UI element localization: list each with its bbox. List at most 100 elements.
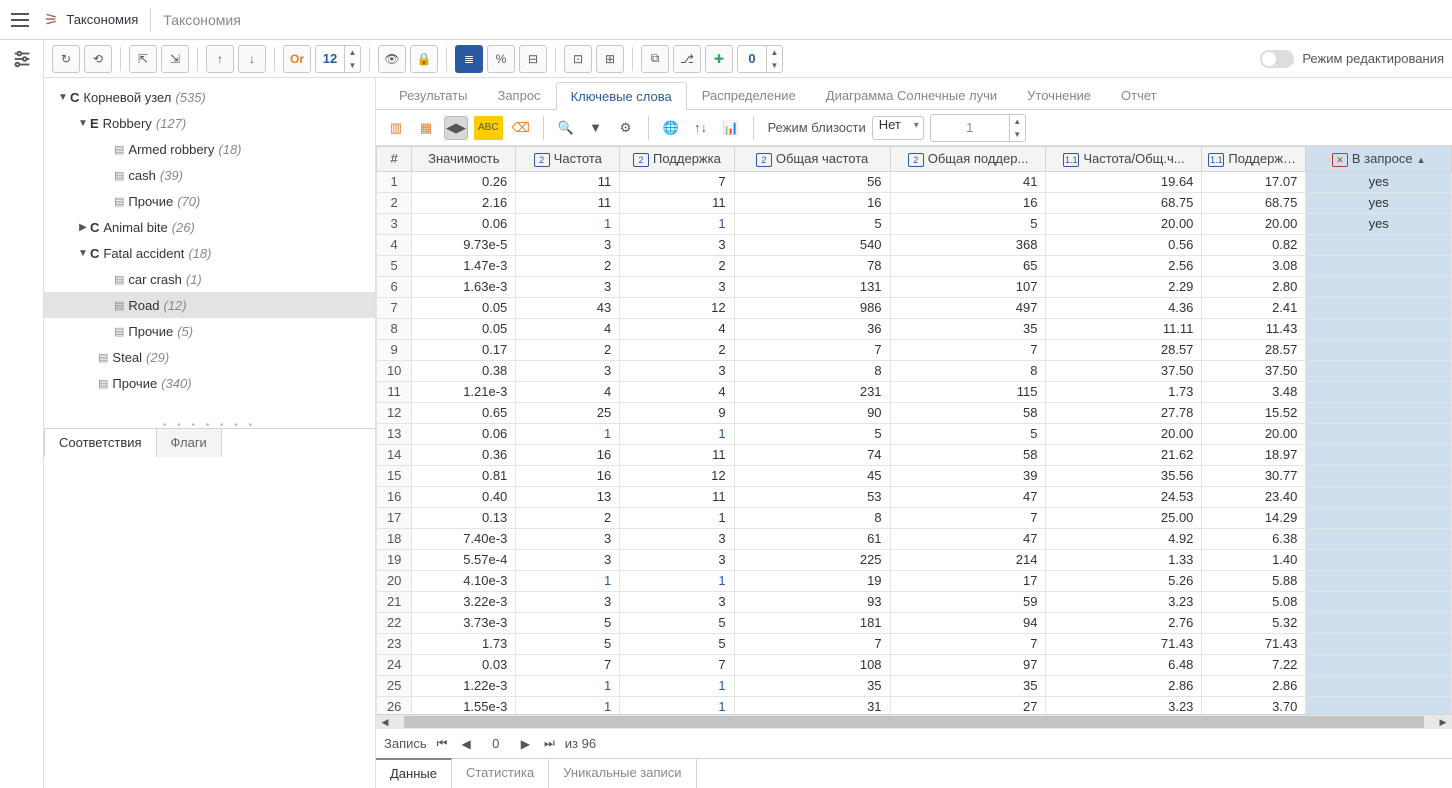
table-row[interactable]: 240.0377108976.487.22 — [377, 654, 1452, 675]
tree-item[interactable]: ▤car crash(1) — [44, 266, 375, 292]
hier-button-2[interactable]: ⊞ — [596, 45, 624, 73]
table-row[interactable]: 61.63e-3331311072.292.80 — [377, 276, 1452, 297]
table-row[interactable]: 120.65259905827.7815.52 — [377, 402, 1452, 423]
col-inquery[interactable]: ✕В запросе▲ — [1306, 147, 1452, 172]
footer-tab-data[interactable]: Данные — [376, 758, 452, 788]
tree-item[interactable]: ▤Armed robbery(18) — [44, 136, 375, 162]
tab-sunburst[interactable]: Диаграмма Солнечные лучи — [811, 81, 1012, 109]
scroll-thumb[interactable] — [404, 716, 1424, 728]
copy-button[interactable]: ⧉ — [641, 45, 669, 73]
pager-next-icon[interactable]: ▶ — [517, 737, 534, 751]
tab-matches[interactable]: Соответствия — [44, 428, 157, 457]
tree-item[interactable]: ▤Steal(29) — [44, 344, 375, 370]
col-fratio[interactable]: 1.1Частота/Общ.ч... — [1046, 147, 1202, 172]
table-row[interactable]: 130.06115520.0020.00 — [377, 423, 1452, 444]
tree-item[interactable]: ▤cash(39) — [44, 162, 375, 188]
globe-icon[interactable]: 🌐 — [659, 116, 683, 140]
edit-mode-toggle[interactable]: Режим редактирования — [1260, 50, 1444, 68]
footer-tab-stats[interactable]: Статистика — [452, 759, 549, 788]
cal-button[interactable]: ⊟ — [519, 45, 547, 73]
chart-icon[interactable]: 📊 — [719, 116, 743, 140]
proximity-select[interactable]: Нет — [872, 116, 924, 140]
or-button[interactable]: Or — [283, 45, 311, 73]
lock-button[interactable]: 🔒 — [410, 45, 438, 73]
table-row[interactable]: 223.73e-355181942.765.32 — [377, 612, 1452, 633]
hier-button-1[interactable]: ⊡ — [564, 45, 592, 73]
table-row[interactable]: 204.10e-31119175.265.88 — [377, 570, 1452, 591]
table-row[interactable]: 51.47e-32278652.563.08 — [377, 255, 1452, 276]
num-up[interactable]: ▲ — [767, 46, 782, 59]
pager-last-icon[interactable]: ⏭ — [540, 736, 559, 751]
branch-button[interactable]: ⎇ — [673, 45, 701, 73]
table-row[interactable]: 261.55e-31131273.233.70 — [377, 696, 1452, 714]
tab-refine[interactable]: Уточнение — [1012, 81, 1106, 109]
tree-item[interactable]: ▤Прочие(340) — [44, 370, 375, 396]
table-row[interactable]: 22.161111161668.7568.75yes — [377, 192, 1452, 213]
table-row[interactable]: 30.06115520.0020.00yes — [377, 213, 1452, 234]
tab-distribution[interactable]: Распределение — [687, 81, 811, 109]
layout-icon-2[interactable]: ▦ — [414, 116, 438, 140]
tree-collapse-button[interactable]: ⇱ — [129, 45, 157, 73]
table-row[interactable]: 231.73557771.4371.43 — [377, 633, 1452, 654]
col-freq[interactable]: 2Частота — [516, 147, 620, 172]
chevron-down-icon[interactable]: ▼ — [56, 92, 70, 103]
tree-expand-button[interactable]: ⇲ — [161, 45, 189, 73]
clear-icon[interactable]: ⌫ — [509, 116, 533, 140]
table-row[interactable]: 111.21e-3442311151.733.48 — [377, 381, 1452, 402]
page-size-spinner[interactable]: ▲▼ — [315, 45, 361, 73]
percent-button[interactable]: % — [487, 45, 515, 73]
col-num[interactable]: # — [377, 147, 412, 172]
tab-query[interactable]: Запрос — [482, 81, 555, 109]
data-grid[interactable]: # Значимость 2Частота 2Поддержка 2Общая … — [376, 146, 1452, 714]
table-row[interactable]: 195.57e-4332252141.331.40 — [377, 549, 1452, 570]
table-row[interactable]: 49.73e-5335403680.560.82 — [377, 234, 1452, 255]
table-row[interactable]: 160.401311534724.5323.40 — [377, 486, 1452, 507]
tab-results[interactable]: Результаты — [384, 81, 482, 109]
filter-icon[interactable]: ▼ — [584, 116, 608, 140]
table-row[interactable]: 187.40e-33361474.926.38 — [377, 528, 1452, 549]
table-row[interactable]: 100.38338837.5037.50 — [377, 360, 1452, 381]
h-scrollbar[interactable]: ◀ ▶ — [376, 714, 1452, 728]
spin-up[interactable]: ▲ — [345, 46, 360, 59]
prox-input[interactable] — [930, 114, 1010, 142]
sliders-icon[interactable] — [11, 48, 33, 70]
toggle-switch-icon[interactable] — [1260, 50, 1294, 68]
page-size-input[interactable] — [315, 45, 345, 73]
taxonomy-tree[interactable]: ▼ C Корневой узел (535) ▼ERobbery(127)▤A… — [44, 78, 375, 420]
reset-button[interactable]: ⟲ — [84, 45, 112, 73]
abc-icon[interactable]: ABC — [474, 116, 503, 140]
chevron-icon[interactable]: ▼ — [76, 118, 90, 129]
pager-first-icon[interactable]: ⏮ — [433, 736, 452, 751]
table-row[interactable]: 140.361611745821.6218.97 — [377, 444, 1452, 465]
up-button[interactable]: ↑ — [206, 45, 234, 73]
tree-item[interactable]: ▶CAnimal bite(26) — [44, 214, 375, 240]
tree-item[interactable]: ▼CFatal accident(18) — [44, 240, 375, 266]
menu-icon[interactable] — [8, 8, 32, 32]
tree-item[interactable]: ▤Прочие(5) — [44, 318, 375, 344]
footer-tab-unique[interactable]: Уникальные записи — [549, 759, 696, 788]
tab-report[interactable]: Отчет — [1106, 81, 1172, 109]
table-row[interactable]: 70.0543129864974.362.41 — [377, 297, 1452, 318]
scroll-left-icon[interactable]: ◀ — [376, 715, 394, 729]
tree-item[interactable]: ▤Прочие(70) — [44, 188, 375, 214]
tree-item[interactable]: ▼ERobbery(127) — [44, 110, 375, 136]
eye-button[interactable]: 👁 — [378, 45, 406, 73]
chevron-icon[interactable]: ▶ — [76, 222, 90, 233]
num-spinner[interactable]: ▲▼ — [737, 45, 783, 73]
chevron-icon[interactable]: ▼ — [76, 248, 90, 259]
doc-button[interactable]: ≣ — [455, 45, 483, 73]
table-row[interactable]: 170.13218725.0014.29 — [377, 507, 1452, 528]
resize-icon[interactable]: ◀▶ — [444, 116, 468, 140]
num-input[interactable] — [737, 45, 767, 73]
tree-item[interactable]: ▤Road(12) — [44, 292, 375, 318]
drag-handle[interactable]: • • • • • • • — [44, 420, 375, 428]
new-button[interactable]: ✚ — [705, 45, 733, 73]
pager-prev-icon[interactable]: ◀ — [457, 737, 474, 751]
col-sratio[interactable]: 1.1Поддержк... — [1202, 147, 1306, 172]
gear-icon[interactable]: ⚙ — [614, 116, 638, 140]
col-tfreq[interactable]: 2Общая частота — [734, 147, 890, 172]
tree-root[interactable]: ▼ C Корневой узел (535) — [44, 84, 375, 110]
down-button[interactable]: ↓ — [238, 45, 266, 73]
col-supp[interactable]: 2Поддержка — [620, 147, 734, 172]
scroll-right-icon[interactable]: ▶ — [1434, 715, 1452, 729]
